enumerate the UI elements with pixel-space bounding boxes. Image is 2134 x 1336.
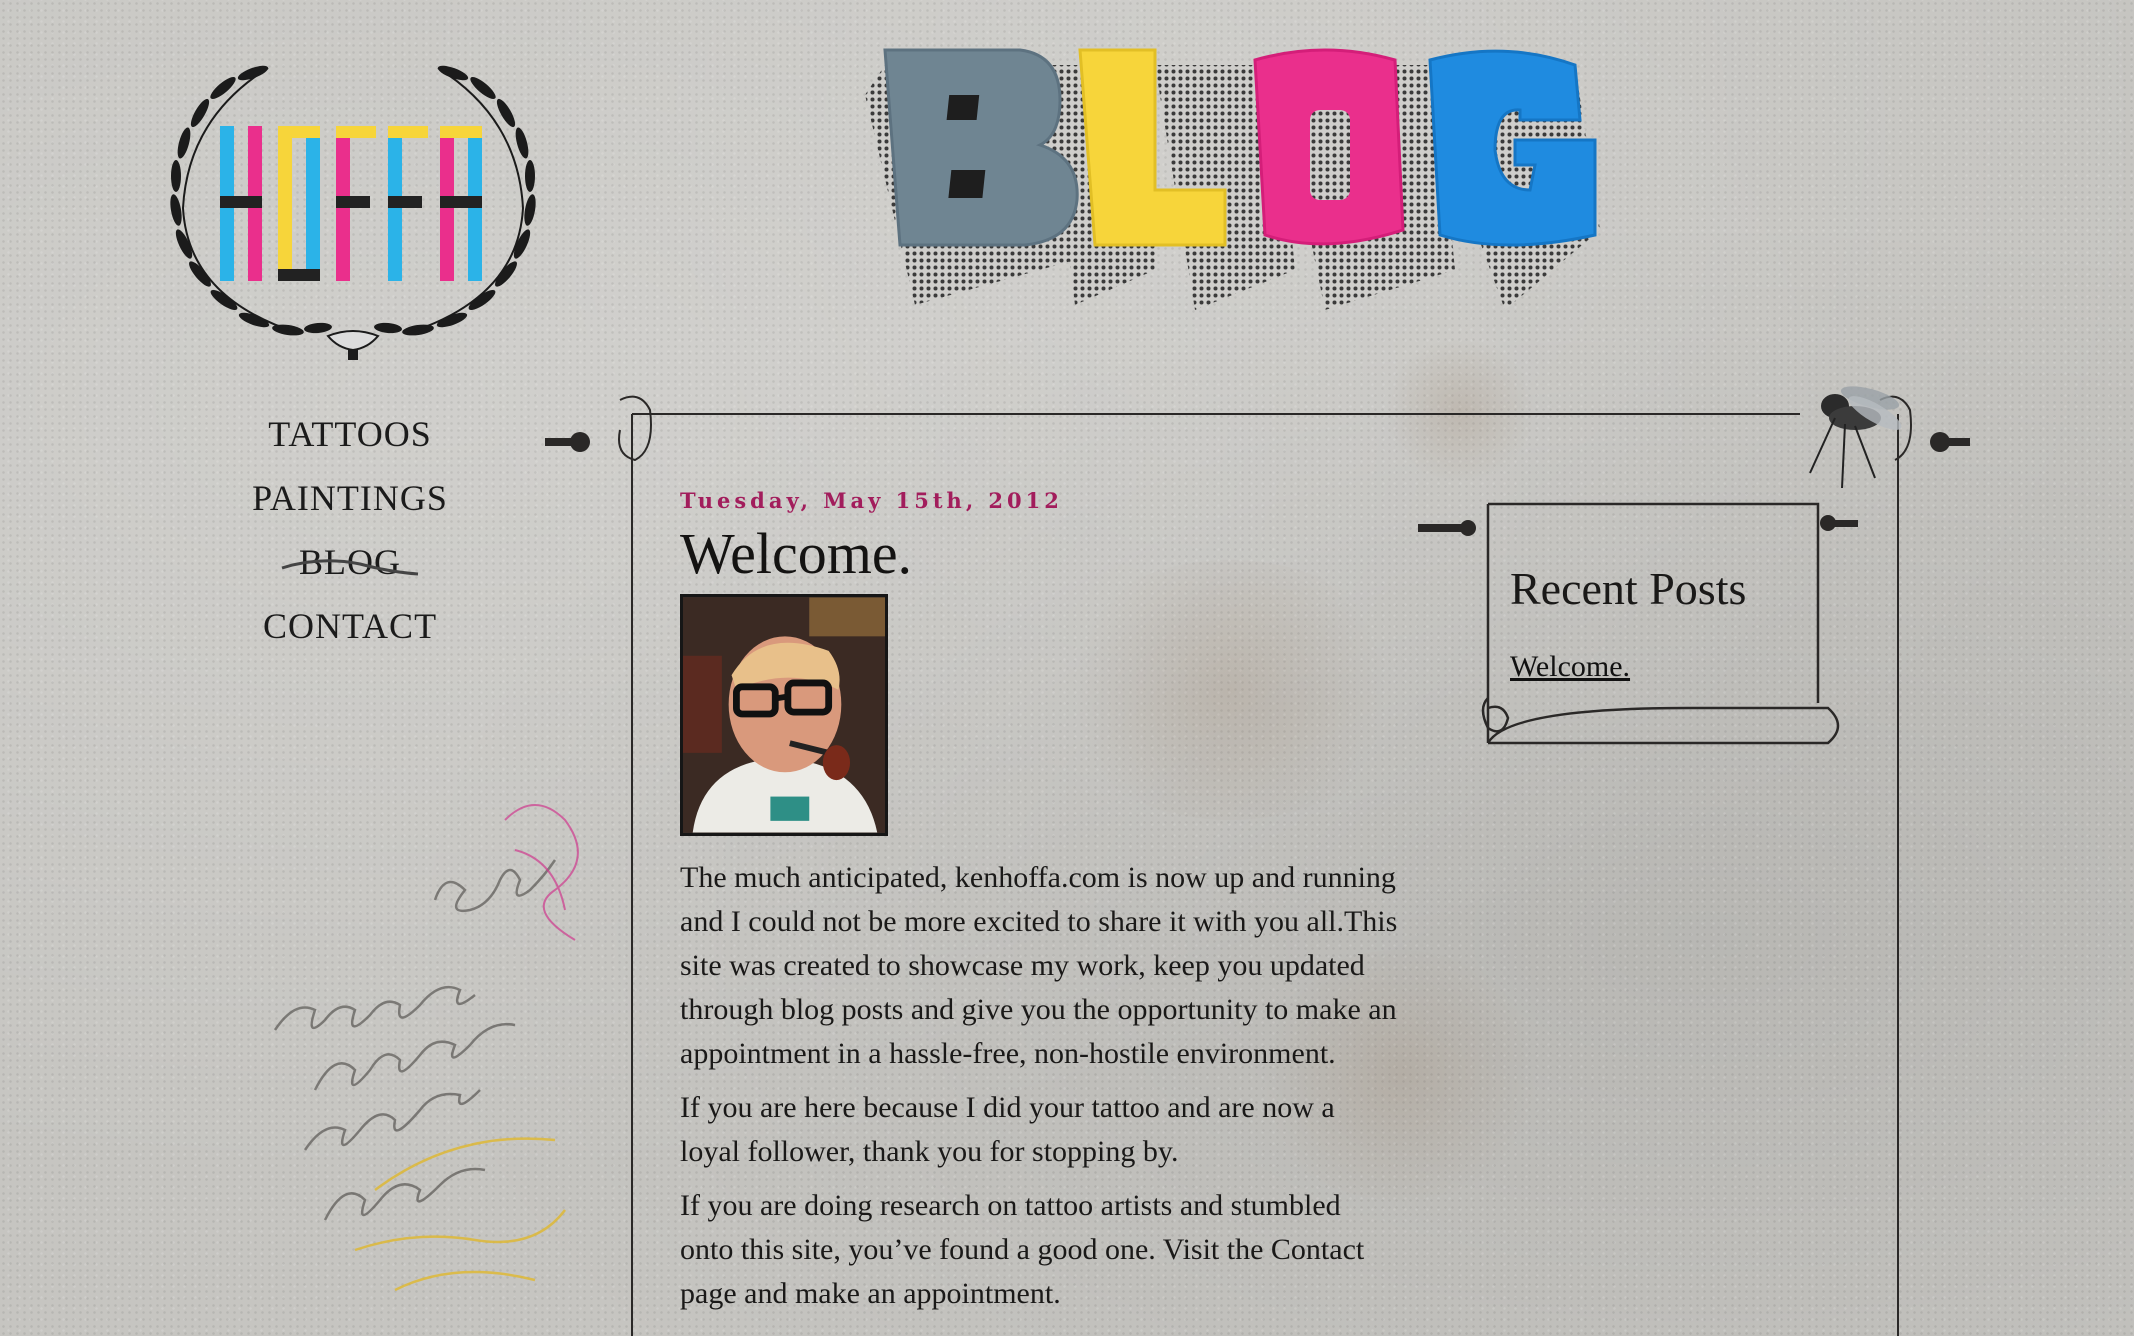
nav-paintings[interactable]: PAINTINGS — [200, 466, 500, 530]
nav-contact[interactable]: CONTACT — [200, 594, 500, 658]
post-body: The much anticipated, kenhoffa.com is no… — [680, 856, 1400, 1316]
sidebar-title: Recent Posts — [1510, 563, 1747, 614]
post-paragraph: If you are here because I did your tatto… — [680, 1091, 1335, 1168]
nav-tattoos[interactable]: TATTOOS — [200, 402, 500, 466]
blog-heading-graphic — [855, 40, 1620, 315]
main-nav: TATTOOS PAINTINGS BLOG CONTACT — [200, 402, 500, 658]
post-title[interactable]: Welcome. — [680, 524, 1400, 584]
post-paragraph: The much anticipated, kenhoffa.com is no… — [680, 861, 1398, 1070]
recent-post-link[interactable]: Welcome. — [1510, 650, 1630, 684]
nav-blog[interactable]: BLOG — [200, 530, 500, 594]
fly-icon — [1809, 386, 1902, 488]
laurel-wreath-icon — [170, 65, 536, 360]
post-photo[interactable] — [680, 594, 888, 836]
blog-post: Tuesday, May 15th, 2012 Welcome. The muc… — [680, 488, 1400, 1326]
sidebar-scroll-icon — [1418, 502, 1858, 745]
swash-decoration — [281, 559, 419, 576]
post-date: Tuesday, May 15th, 2012 — [680, 488, 1063, 513]
pipe-photo — [683, 597, 885, 833]
post-paragraph: If you are doing research on tattoo arti… — [680, 1189, 1365, 1310]
hoffa-logo[interactable] — [148, 58, 558, 378]
